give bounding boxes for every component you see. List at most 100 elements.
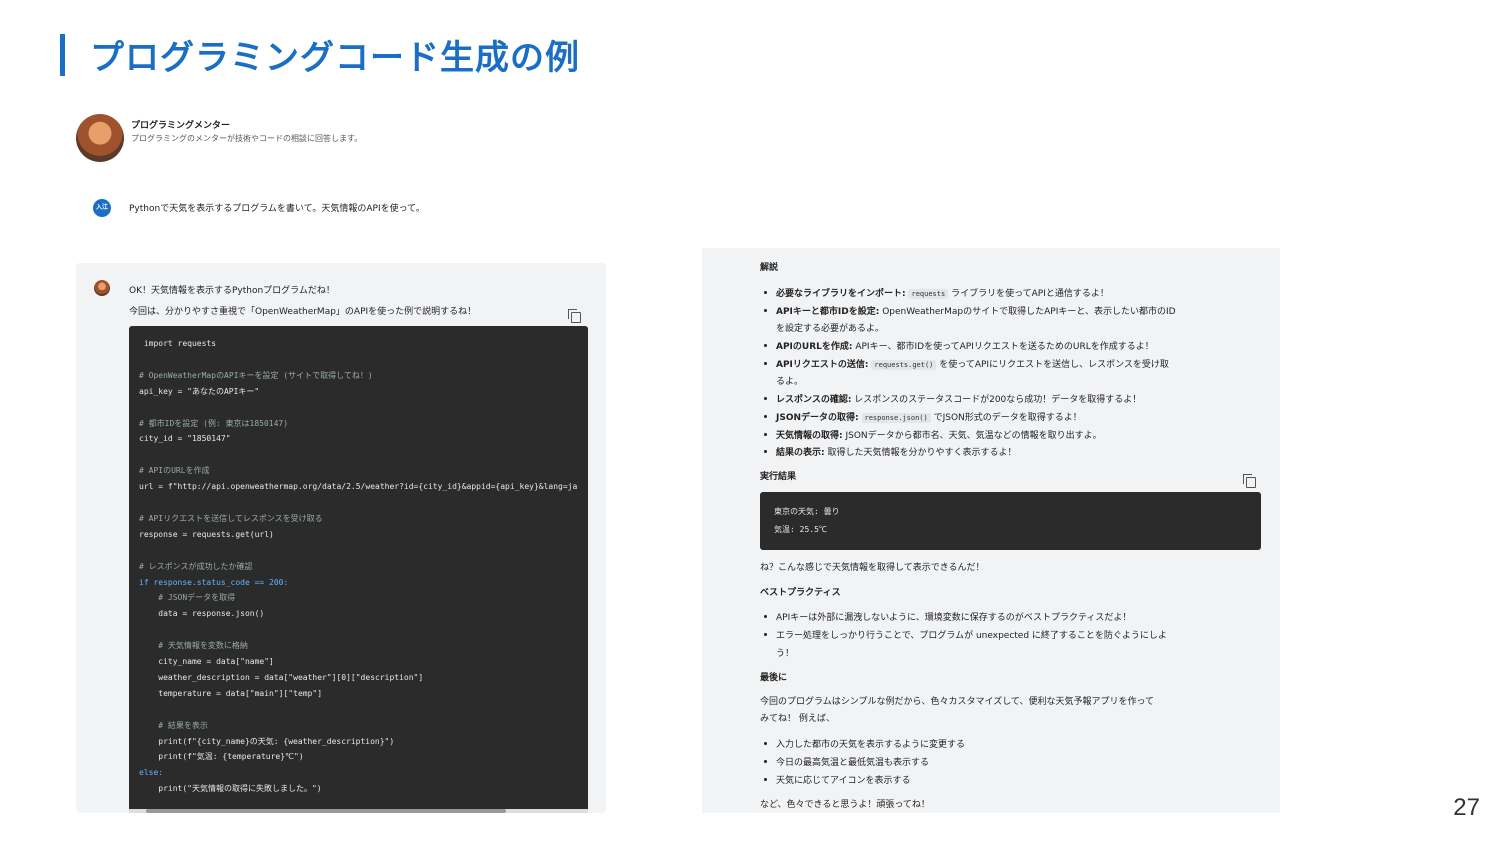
result-heading: 実行結果 — [760, 472, 797, 482]
code-block: import requests # OpenWeatherMapのAPIキーを設定… — [129, 326, 588, 813]
code-line: data = response.json() — [139, 609, 265, 619]
code-line: temperature = data["main"]["temp"] — [139, 688, 323, 698]
best-practice-heading: ベストプラクティス — [760, 588, 841, 598]
explain-item: 必要なライブラリをインポート: requests ライブラリを使ってAPIと通信… — [776, 286, 1109, 299]
code-line: else: — [139, 768, 164, 778]
explain-item-label: JSONデータの取得: — [776, 413, 859, 423]
explain-item: を設定する必要があるよ。 — [776, 321, 884, 334]
code-line: print(f"気温: {temperature}℃") — [139, 752, 304, 762]
explain-item-label: APIキーと都市IDを設定: — [776, 307, 880, 317]
explain-item: APIのURLを作成: APIキー、都市IDを使ってAPIリクエストを送るための… — [776, 339, 1154, 352]
explain-item: APIリクエストの送信: requests.get() を使ってAPIにリクエス… — [776, 357, 1169, 370]
slide-title: プログラミングコード生成の例 — [90, 38, 580, 78]
copy-icon[interactable] — [1243, 474, 1256, 488]
best-item-2: エラー処理をしっかり行うことで、プログラムが unexpected に終了するこ… — [776, 631, 1167, 641]
copy-icon[interactable] — [568, 309, 581, 323]
explain-item-label: レスポンスの確認: — [776, 395, 852, 405]
code-line: # 天気情報を変数に格納 — [139, 641, 248, 651]
mentor-name: プログラミングメンター — [131, 121, 231, 131]
bullet — [764, 450, 767, 453]
mentor-avatar — [76, 114, 124, 162]
code-line: api_key = "あなたのAPIキー" — [139, 386, 260, 396]
code-line: # レスポンスが成功したか確認 — [139, 561, 253, 571]
code-line: print(f"{city_name}の天気: {weather_descrip… — [139, 736, 395, 746]
code-line: import requests — [139, 339, 217, 348]
reply-line-2: 今回は、分かりやすさ重視で「OpenWeatherMap」のAPIを使った例で説… — [129, 307, 477, 317]
bullet — [764, 742, 767, 745]
bullet — [764, 615, 767, 618]
assistant-reply-panel: OK！天気情報を表示するPythonプログラムだね！ 今回は、分かりやすさ重視で… — [76, 263, 606, 813]
bullet — [764, 309, 767, 312]
explain-item-text: ライブラリを使ってAPIと通信するよ！ — [951, 289, 1109, 299]
bullet — [764, 433, 767, 436]
result-line-2: 気温: 25.5℃ — [774, 525, 827, 534]
explain-item: レスポンスの確認: レスポンスのステータスコードが200なら成功！データを取得す… — [776, 392, 1141, 405]
best-item-1: APIキーは外部に漏洩しないように、環境変数に保存するのがベストプラクティスだよ… — [776, 613, 1132, 623]
code-line: # APIのURLを作成 — [139, 466, 210, 476]
inline-code: requests — [908, 289, 949, 299]
bullet — [764, 291, 767, 294]
best-item-2-cont: う！ — [776, 649, 795, 659]
bullet — [764, 415, 767, 418]
explanation-panel: 解説 必要なライブラリをインポート: requests ライブラリを使ってAPI… — [702, 248, 1280, 813]
reply-line-1: OK！天気情報を表示するPythonプログラムだね！ — [129, 286, 335, 296]
result-line-1: 東京の天気: 曇り — [774, 507, 840, 516]
explain-item-label: APIのURLを作成: — [776, 342, 853, 352]
user-message: Pythonで天気を表示するプログラムを書いて。天気情報のAPIを使って。 — [129, 204, 425, 214]
bullet — [764, 633, 767, 636]
explain-item-label: 結果の表示: — [776, 448, 825, 458]
explain-item: APIキーと都市IDを設定: OpenWeatherMapのサイトで取得したAP… — [776, 304, 1176, 317]
closing-text: など、色々できると思うよ！頑張ってね！ — [760, 800, 930, 810]
user-avatar: 入江 — [93, 199, 111, 217]
final-item-1: 入力した都市の天気を表示するように変更する — [776, 740, 966, 750]
bullet — [764, 760, 767, 763]
code-line: print("天気情報の取得に失敗しました。") — [139, 784, 322, 794]
code-line: # OpenWeatherMapのAPIキーを設定 (サイトで取得してね！) — [139, 370, 373, 380]
code-line: weather_description = data["weather"][0]… — [139, 672, 424, 682]
explain-item: 天気情報の取得: JSONデータから都市名、天気、気温などの情報を取り出すよ。 — [776, 428, 1102, 441]
explain-item-text: レスポンスのステータスコードが200なら成功！データを取得するよ！ — [851, 395, 1142, 405]
explain-item-text: を使ってAPIにリクエストを送信し、レスポンスを受け取 — [939, 360, 1169, 370]
assistant-avatar — [94, 280, 110, 296]
bullet — [764, 397, 767, 400]
explain-item-text: JSONデータから都市名、天気、気温などの情報を取り出すよ。 — [842, 431, 1102, 441]
code-line: # 結果を表示 — [139, 720, 208, 730]
final-heading: 最後に — [760, 673, 788, 683]
mentor-description: プログラミングのメンターが技術やコードの相談に回答します。 — [131, 134, 363, 143]
inline-code: requests.get() — [871, 360, 937, 370]
explain-item-label: 必要なライブラリをインポート: — [776, 289, 906, 299]
explain-item-label: APIリクエストの送信: — [776, 360, 869, 370]
code-line: url = f"http://api.openweathermap.org/da… — [139, 482, 578, 492]
explain-item-text: るよ。 — [776, 377, 804, 387]
bullet — [764, 362, 767, 365]
result-block: 東京の天気: 曇り 気温: 25.5℃ — [760, 492, 1261, 550]
code-line: if response.status_code == 200: — [139, 577, 289, 587]
title-accent-bar — [60, 34, 65, 76]
bullet — [764, 778, 767, 781]
code-line: city_name = data["name"] — [139, 657, 274, 666]
code-line: # APIリクエストを送信してレスポンスを受け取る — [139, 513, 323, 523]
explain-item-text: を設定する必要があるよ。 — [776, 324, 885, 334]
after-result-text: ね？こんな感じで天気情報を取得して表示できるんだ！ — [760, 563, 985, 573]
explain-item: 結果の表示: 取得した天気情報を分かりやすく表示するよ！ — [776, 445, 1016, 458]
explain-heading: 解説 — [760, 263, 779, 273]
final-item-3: 天気に応じてアイコンを表示する — [776, 776, 911, 786]
explain-item-text: APIキー、都市IDを使ってAPIリクエストを送るためのURLを作成するよ！ — [852, 342, 1154, 352]
explain-item-text: でJSON形式のデータを取得するよ！ — [933, 413, 1082, 423]
final-paragraph-2: みてね！ 例えば、 — [760, 714, 835, 724]
code-line: # JSONデータを取得 — [139, 593, 236, 603]
explain-item-text: OpenWeatherMapのサイトで取得したAPIキーと、表示したい都市のID — [879, 307, 1176, 317]
explain-item-text: 取得した天気情報を分かりやすく表示するよ！ — [824, 448, 1017, 458]
code-scrollbar-thumb[interactable] — [146, 809, 506, 813]
final-paragraph-1: 今回のプログラムはシンプルな例だから、色々カスタマイズして、便利な天気予報アプリ… — [760, 697, 1155, 707]
explain-item: JSONデータの取得: response.json() でJSON形式のデータを… — [776, 410, 1082, 423]
code-line: response = requests.get(url) — [139, 529, 274, 539]
explain-item: るよ。 — [776, 374, 803, 387]
code-line: city_id = "1850147" — [139, 434, 231, 444]
explain-item-label: 天気情報の取得: — [776, 431, 843, 441]
bullet — [764, 344, 767, 347]
code-line: # 都市IDを設定 (例: 東京は1850147) — [139, 418, 289, 428]
final-item-2: 今日の最高気温と最低気温も表示する — [776, 758, 930, 768]
inline-code: response.json() — [861, 413, 931, 423]
page-number: 27 — [1453, 794, 1480, 821]
